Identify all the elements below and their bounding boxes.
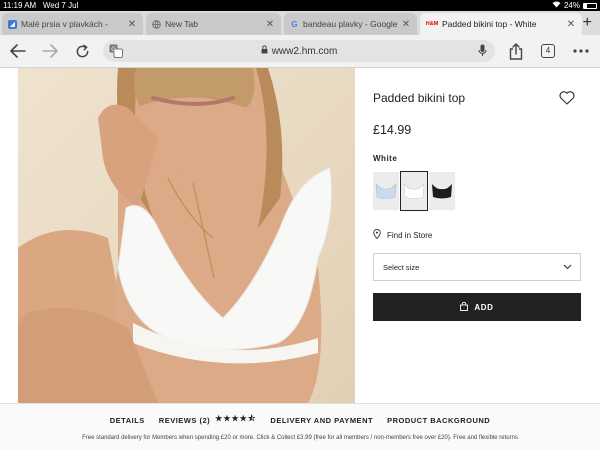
close-icon[interactable]: ✕	[127, 19, 137, 30]
heart-icon[interactable]	[559, 91, 575, 110]
browser-toolbar: G www2.hm.com 4	[0, 35, 600, 68]
wifi-icon	[552, 0, 561, 11]
rating-stars: ★★★★⯪	[215, 414, 257, 423]
product-footer: DETAILS REVIEWS (2) ★★★★⯪ DELIVERY AND P…	[0, 403, 600, 450]
tab-title: bandeau plavky - Google	[303, 19, 397, 29]
close-icon[interactable]: ✕	[265, 19, 275, 30]
tab-switcher-button[interactable]: 4	[541, 44, 555, 58]
product-price: £14.99	[373, 123, 412, 137]
close-icon[interactable]: ✕	[401, 19, 411, 30]
size-select-label: Select size	[383, 262, 420, 272]
swatch-white[interactable]	[400, 171, 428, 211]
reload-icon[interactable]	[72, 41, 92, 61]
product-image[interactable]	[18, 68, 355, 403]
add-to-bag-button[interactable]: ADD	[373, 293, 581, 321]
delivery-note: Free standard delivery for Members when …	[82, 435, 518, 441]
product-title: Padded bikini top	[373, 91, 466, 105]
reviews-label: REVIEWS (2)	[158, 415, 211, 425]
chevron-down-icon	[563, 263, 572, 272]
swatch-light-blue[interactable]	[373, 172, 399, 210]
browser-tab-3[interactable]: G bandeau plavky - Google ✕	[284, 13, 417, 35]
close-icon[interactable]: ✕	[566, 19, 576, 30]
back-icon[interactable]	[8, 41, 28, 61]
url-text: www2.hm.com	[271, 45, 338, 57]
browser-tab-2[interactable]: New Tab ✕	[146, 13, 281, 35]
battery-percent: 24%	[563, 1, 580, 10]
reviews-link[interactable]: REVIEWS (2) ★★★★⯪	[159, 413, 257, 427]
browser-tab-1[interactable]: ◢ Malé prsia v plavkách - ✕	[2, 13, 143, 35]
svg-text:G: G	[111, 47, 116, 53]
share-icon[interactable]	[506, 41, 526, 61]
lock-icon	[261, 45, 268, 57]
find-in-store-label: Find in Store	[387, 230, 433, 240]
find-in-store-link[interactable]: Find in Store	[373, 228, 433, 241]
globe-icon	[152, 19, 161, 29]
tab-title: New Tab	[165, 19, 198, 29]
product-background-link[interactable]: PRODUCT BACKGROUND	[387, 413, 490, 427]
hm-icon: H&M	[425, 21, 439, 27]
swatch-black[interactable]	[429, 172, 455, 210]
new-tab-button[interactable]: +	[583, 13, 592, 33]
tab-title: Padded bikini top - White	[442, 19, 537, 29]
google-icon: G	[291, 19, 298, 29]
microphone-icon[interactable]	[478, 44, 487, 60]
product-section-links: DETAILS REVIEWS (2) ★★★★⯪ DELIVERY AND P…	[0, 413, 600, 427]
battery-icon	[583, 2, 597, 9]
add-label: ADD	[474, 302, 494, 312]
status-date: Wed 7 Jul	[42, 1, 79, 10]
location-pin-icon	[373, 228, 381, 241]
address-bar[interactable]: G www2.hm.com	[103, 40, 495, 62]
size-select[interactable]: Select size	[373, 253, 581, 281]
details-link[interactable]: DETAILS	[110, 413, 145, 427]
tab-title: Malé prsia v plavkách -	[21, 19, 108, 29]
more-icon[interactable]	[571, 41, 591, 61]
translate-icon[interactable]: G	[109, 44, 123, 61]
status-bar: 11:19 AM Wed 7 Jul 24%	[0, 0, 600, 11]
color-label: White	[373, 154, 398, 163]
delivery-and-payment-link[interactable]: DELIVERY AND PAYMENT	[270, 413, 373, 427]
status-time: 11:19 AM	[3, 1, 37, 10]
site-icon: ◢	[8, 19, 17, 29]
browser-tab-4[interactable]: H&M Padded bikini top - White ✕	[420, 13, 582, 35]
bag-icon	[460, 301, 469, 313]
browser-tab-strip: ◢ Malé prsia v plavkách - ✕ New Tab ✕ G …	[0, 11, 600, 35]
forward-icon[interactable]	[40, 41, 60, 61]
